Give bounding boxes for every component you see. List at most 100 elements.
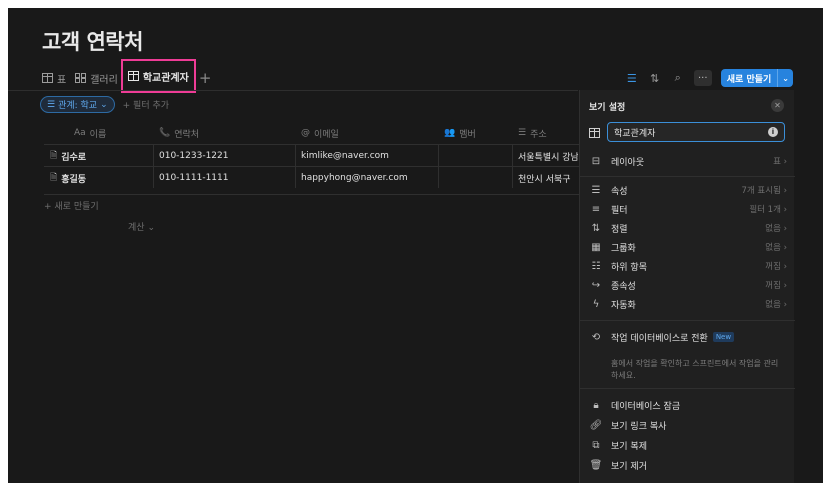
tab-gallery[interactable]: 갤러리 [75,71,118,86]
people-icon: 👥 [444,128,456,138]
new-row-button[interactable]: + 새로 만들기 [44,194,584,212]
sort-icon[interactable]: ⇅ [648,71,662,85]
column-header-phone[interactable]: 📞 연락처 [159,122,199,144]
convert-task-db-button[interactable]: ⟲ 작업 데이터베이스로 전환 New [589,328,787,346]
panel-item-layout[interactable]: ⊟ 레이아웃 표 › [589,152,787,170]
lock-icon: 🔒︎ [593,399,599,411]
view-tabs: 표 갤러리 학교관계자 + [42,59,212,93]
item-label: 데이터베이스 잠금 [611,401,681,412]
item-label: 보기 제거 [611,461,647,472]
item-label: 보기 링크 복사 [611,421,667,432]
member-cell[interactable] [444,145,510,167]
tab-label: 학교관계자 [142,72,189,84]
view-name-row: 학교관계자 i [589,122,785,142]
item-value: 표 › [773,157,787,167]
add-filter-label: 필터 추가 [133,101,170,111]
panel-item-filter[interactable]: ≡ 필터 필터 1개 › [589,200,787,218]
view-settings-panel: 보기 설정 ✕ 학교관계자 i ⊟ 레이아웃 표 › ☰ 속성 7개 표시됨 ›… [579,90,795,483]
subitem-icon: ☷ [591,260,601,272]
divider [8,90,578,91]
name-cell[interactable]: 🗎 홍길동 [50,167,150,189]
convert-description: 홈에서 작업을 확인하고 스프린트에서 작업을 관리하세요. [611,359,779,380]
convert-icon: ⟲ [591,331,601,343]
filter-icon[interactable]: ☰ [625,71,639,85]
view-name-input[interactable]: 학교관계자 i [607,122,785,142]
name-value: 홍길동 [61,174,87,185]
item-value: 없음 › [765,243,787,253]
item-value: 7개 표시됨 › [741,186,788,196]
phone-icon: 📞 [159,128,171,138]
tab-school-contacts[interactable]: 학교관계자 [120,59,196,93]
item-value: 없음 › [765,300,787,310]
copy-view-link-button[interactable]: 🔗︎ 보기 링크 복사 [589,416,787,434]
divider [580,388,795,389]
group-icon: ▦ [591,241,601,253]
add-view-icon[interactable]: + [199,69,212,87]
more-icon[interactable]: ··· [693,70,712,86]
panel-item-automation[interactable]: ϟ 자동화 없음 › [589,295,787,313]
panel-item-sort[interactable]: ⇅ 정렬 없음 › [589,219,787,237]
list-icon: ☰ [591,184,601,196]
column-divider [438,144,439,188]
table-icon [589,123,600,142]
info-icon[interactable]: i [768,127,778,137]
new-button[interactable]: 새로 만들기 ⌄ [720,69,793,87]
divider [580,320,795,321]
item-label: 필터 [611,205,628,216]
lock-database-button[interactable]: 🔒︎ 데이터베이스 잠금 [589,396,787,414]
table-row[interactable]: 🗎 김수로 010-1233-1221 kimlike@naver.com 서울특… [44,144,584,166]
new-button-label: 새로 만들기 [726,74,772,85]
address-cell[interactable]: 천안시 서북구 [518,167,578,189]
phone-cell[interactable]: 010-1111-1111 [159,167,294,189]
panel-item-group[interactable]: ▦ 그룹화 없음 › [589,238,787,256]
gallery-icon [75,73,87,83]
name-cell[interactable]: 🗎 김수로 [50,145,150,167]
item-label: 종속성 [611,281,636,292]
toolbar: ☰ ⇅ ⌕ ··· 새로 만들기 ⌄ [625,67,793,89]
view-name-value: 학교관계자 [614,128,656,139]
address-cell[interactable]: 서울특별시 강남 [518,145,578,167]
column-header-email[interactable]: @ 이메일 [301,122,339,144]
filter-icon: ≡ [591,203,601,215]
bolt-icon: ϟ [592,298,600,310]
table-row[interactable]: 🗎 홍길동 010-1111-1111 happyhong@naver.com 천… [44,166,584,188]
column-divider [512,144,513,188]
add-filter-button[interactable]: + 필터 추가 [123,98,169,111]
page-icon: 🗎 [50,151,58,161]
page-icon: 🗎 [50,173,58,183]
calculate-button[interactable]: 계산 ⌄ [128,220,155,233]
column-divider [153,144,154,188]
filter-chip[interactable]: ☰ 관계: 학교 ⌄ [40,96,115,113]
member-cell[interactable] [444,167,510,189]
column-header-member[interactable]: 👥 멤버 [444,122,476,144]
email-cell[interactable]: kimlike@naver.com [301,145,436,167]
close-icon[interactable]: ✕ [771,99,784,112]
link-icon: 🔗︎ [589,419,603,431]
chevron-down-icon: ⌄ [100,99,108,110]
panel-item-subitems[interactable]: ☷ 하위 항목 꺼짐 › [589,257,787,275]
new-badge: New [712,332,735,342]
phone-cell[interactable]: 010-1233-1221 [159,145,294,167]
search-icon[interactable]: ⌕ [671,71,685,85]
table-icon [127,71,139,81]
panel-item-properties[interactable]: ☰ 속성 7개 표시됨 › [589,181,787,199]
column-header-address[interactable]: ☰ 주소 [518,122,547,144]
tab-table[interactable]: 표 [42,71,66,86]
panel-item-dependency[interactable]: ↪ 종속성 꺼짐 › [589,276,787,294]
column-label: 멤버 [459,129,476,140]
tab-label: 표 [57,74,67,86]
tab-label: 갤러리 [90,74,118,86]
trash-icon: 🗑︎ [589,459,603,471]
item-value: 꺼짐 › [765,281,787,291]
item-value: 꺼짐 › [765,262,787,272]
chevron-down-icon[interactable]: ⌄ [777,69,793,87]
item-label: 하위 항목 [611,262,647,273]
duplicate-view-button[interactable]: ⧉ 보기 복제 [589,436,787,454]
item-label: 정렬 [611,224,628,235]
email-cell[interactable]: happyhong@naver.com [301,167,436,189]
app-window: 고객 연락처 표 갤러리 학교관계자 + ☰ ⇅ ⌕ ··· 새로 만들기 ⌄ … [8,8,823,483]
delete-view-button[interactable]: 🗑︎ 보기 제거 [589,456,787,474]
item-value: 없음 › [765,224,787,234]
item-label: 자동화 [611,300,636,311]
column-header-name[interactable]: Aa 이름 [74,122,106,144]
